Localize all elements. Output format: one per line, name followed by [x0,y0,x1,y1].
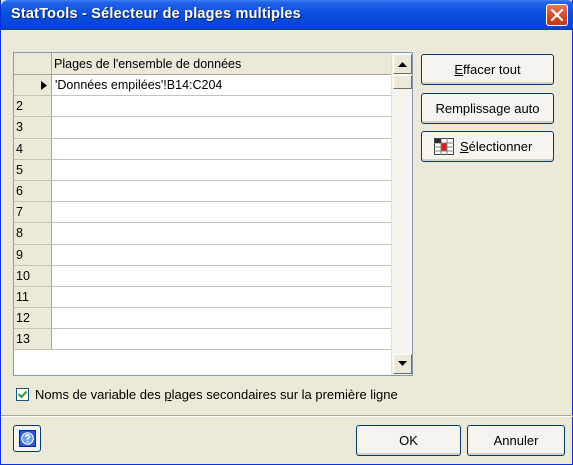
table-row[interactable]: 12 [14,308,392,330]
ranges-grid[interactable]: Plages de l'ensemble de données 'Données… [13,52,413,376]
scroll-up-button[interactable] [393,54,412,74]
range-cell[interactable] [53,181,392,201]
row-header[interactable]: 9 [14,244,52,265]
row-pointer-icon [41,81,47,90]
row-header[interactable]: 4 [14,138,52,159]
label-text: lages secondaires sur la première ligne [171,387,398,402]
table-row[interactable]: 'Données empilées'!B14:C204 [14,75,392,97]
checkmark-icon [18,390,27,399]
table-row[interactable]: 2 [14,96,392,118]
column-header: Plages de l'ensemble de données [52,53,392,75]
range-cell[interactable] [53,245,392,265]
table-row[interactable]: 10 [14,265,392,287]
arrow-down-icon [398,361,407,366]
ok-button[interactable]: OK [356,425,461,456]
grid-header: Plages de l'ensemble de données [14,53,392,75]
accelerator-letter: p [164,387,172,402]
help-icon-frame [19,430,36,447]
row-header[interactable]: 7 [14,202,52,223]
row-header[interactable]: 12 [14,308,52,329]
grid-rows: 'Données empilées'!B14:C204 2 3 4 5 6 7 8 9 10 11 1… [14,75,392,351]
arrow-up-icon [398,62,407,67]
row-header[interactable]: 8 [14,223,52,244]
window-title: StatTools - Sélecteur de plages multiple… [11,6,301,22]
close-button[interactable] [546,4,568,26]
row-header[interactable]: 11 [14,286,52,308]
range-cell[interactable] [53,308,392,328]
table-row[interactable]: 3 [14,117,392,139]
range-cell[interactable] [53,266,392,286]
close-icon [551,9,563,21]
accelerator-letter: E [454,62,464,77]
vertical-scrollbar[interactable] [391,53,412,375]
help-icon [21,432,34,445]
range-cell[interactable]: 'Données empilées'!B14:C204 [53,75,392,95]
range-cell[interactable] [53,202,392,222]
row-header[interactable]: 2 [14,96,52,117]
dialog-window: StatTools - Sélecteur de plages multiple… [0,0,573,465]
row-header[interactable]: 13 [14,329,52,350]
table-row[interactable]: 5 [14,159,392,181]
select-button[interactable]: Sélectionner [421,131,554,162]
range-cell[interactable] [53,160,392,180]
row-header[interactable]: 10 [14,265,52,286]
range-cell[interactable] [53,117,392,137]
scroll-thumb[interactable] [393,75,412,89]
table-row[interactable]: 13 [14,329,392,351]
clear-all-button[interactable]: Effacer tout [421,54,554,85]
range-cell[interactable] [53,223,392,243]
range-cell[interactable] [53,287,392,307]
range-cell[interactable] [53,139,392,159]
cancel-button[interactable]: Annuler [467,425,565,456]
title-bar[interactable]: StatTools - Sélecteur de plages multiple… [1,0,573,30]
table-row[interactable]: 4 [14,138,392,160]
table-row[interactable]: 6 [14,180,392,203]
row-header[interactable]: 6 [14,180,52,202]
first-row-names-checkbox[interactable] [16,388,29,401]
button-label: ffacer tout [463,62,521,77]
scroll-down-button[interactable] [393,354,412,374]
label-text: Noms de variable des [35,387,165,402]
table-row[interactable]: 9 [14,244,392,266]
button-label: e auto [503,101,540,116]
table-row[interactable]: 7 [14,202,392,224]
button-label: Remplissa [435,101,497,116]
row-header[interactable]: 3 [14,117,52,138]
table-row[interactable]: 11 [14,286,392,309]
row-header[interactable]: 5 [14,159,52,180]
range-cell[interactable] [53,96,392,116]
footer-divider [1,415,573,417]
accelerator-letter: S [460,139,469,154]
help-button[interactable] [13,425,41,452]
range-cell[interactable] [53,329,392,349]
select-range-icon [434,138,454,155]
button-label: électionner [468,139,533,154]
table-row[interactable]: 8 [14,223,392,245]
checkbox-label: Noms de variable des plages secondaires … [35,387,398,402]
auto-fill-button[interactable]: Remplissage auto [421,93,554,124]
grid-corner [14,53,52,75]
